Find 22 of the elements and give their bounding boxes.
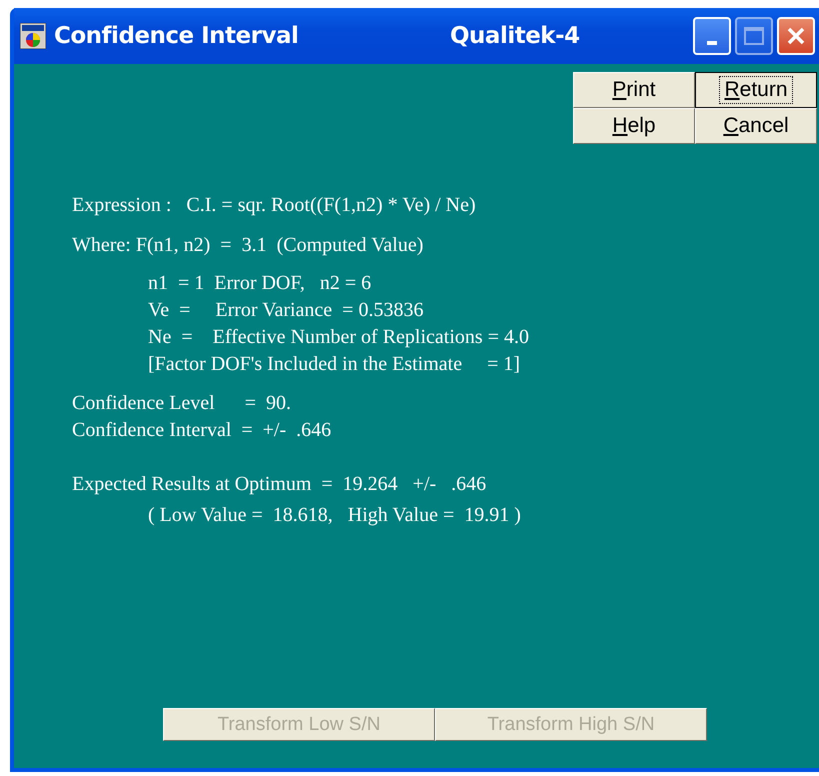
window-title: Confidence Interval	[54, 23, 300, 49]
close-button[interactable]	[777, 17, 815, 55]
detail-text: Ve = Error Variance = 0.53836	[148, 298, 424, 323]
where-text: Where: F(n1, n2) = 3.1 (Computed Value)	[72, 233, 424, 258]
range-text: ( Low Value = 18.618, High Value = 19.91 )	[148, 503, 521, 528]
confidence-text: Confidence Interval = +/- .646	[72, 418, 332, 443]
dialog-button[interactable]: Help	[573, 108, 695, 144]
minimize-icon	[707, 41, 717, 45]
dialog-button[interactable]: Return	[695, 72, 817, 108]
detail-text: Ne = Effective Number of Replications = 4.0	[148, 325, 529, 350]
confidence-text: Confidence Level = 90.	[72, 391, 291, 416]
dialog-button[interactable]: Cancel	[695, 108, 817, 144]
detail-text: n1 = 1 Error DOF, n2 = 6	[148, 271, 372, 296]
minimize-button[interactable]	[693, 17, 731, 55]
app-icon	[20, 23, 46, 49]
dialog-button[interactable]: Print	[573, 72, 695, 108]
expected-result-text: Expected Results at Optimum = 19.264 +/- .646	[72, 472, 486, 497]
detail-text: [Factor DOF's Included in the Estimate = 1]	[148, 352, 520, 377]
maximize-icon	[744, 27, 764, 45]
close-icon	[786, 26, 806, 46]
expression-text: Expression : C.I. = sqr. Root((F(1,n2) * Ve) / Ne)	[72, 193, 476, 218]
app-name: Qualitek-4	[450, 23, 581, 49]
